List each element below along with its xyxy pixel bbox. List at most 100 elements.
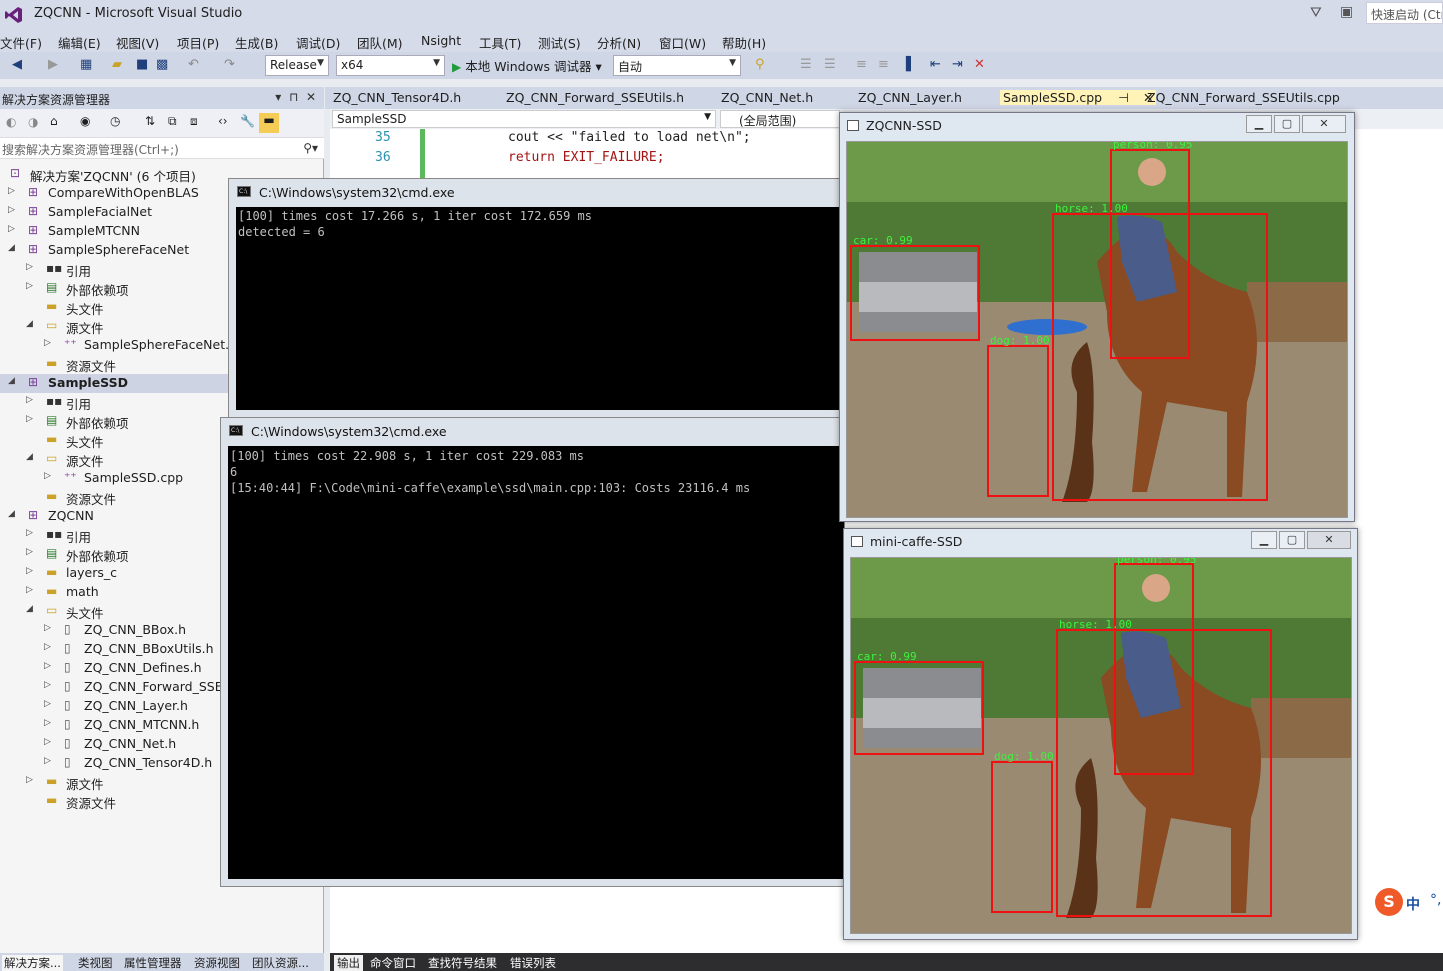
expand-icon[interactable]: ▷	[26, 585, 33, 595]
menu-tools[interactable]: 工具(T)	[479, 33, 521, 52]
collapse-icon[interactable]: ◢	[26, 452, 33, 462]
platform-select[interactable]: x64 ▼	[336, 55, 445, 76]
menu-analyze[interactable]: 分析(N)	[597, 33, 641, 52]
uncomment-icon[interactable]: ☰	[824, 57, 836, 72]
collapse-icon[interactable]: ◢	[26, 604, 33, 614]
pending-changes-icon[interactable]: ◷	[110, 114, 120, 128]
tab-output[interactable]: 输出	[334, 955, 363, 971]
minimize-button[interactable]: ▁	[1246, 115, 1272, 133]
tab-property-manager[interactable]: 属性管理器	[124, 955, 182, 971]
expand-icon[interactable]: ▷	[26, 281, 33, 291]
tab-samplessd[interactable]: SampleSSD.cpp ⊣ ✕	[1000, 90, 1157, 105]
next-bookmark-icon[interactable]: ⇥	[952, 57, 963, 72]
expand-icon[interactable]: ▷	[26, 262, 33, 272]
expand-icon[interactable]: ▷	[26, 566, 33, 576]
maximize-button[interactable]: ▢	[1279, 531, 1305, 549]
pane-controls[interactable]: ▾ ⊓ ✕	[275, 90, 316, 104]
tab-forward-sseutils-h[interactable]: ZQ_CNN_Forward_SSEUtils.h	[506, 90, 684, 105]
start-debugging-button[interactable]: ▶ 本地 Windows 调试器 ▾	[452, 56, 602, 75]
expand-icon[interactable]: ▷	[44, 471, 51, 481]
menu-debug[interactable]: 调试(D)	[296, 33, 340, 52]
console-output[interactable]: [100] times cost 22.908 s, 1 iter cost 2…	[228, 446, 844, 879]
find-icon[interactable]: ⚲	[755, 57, 765, 72]
menu-nsight[interactable]: Nsight	[421, 33, 461, 48]
show-all-files-icon[interactable]: ⧈	[190, 114, 198, 129]
open-file-icon[interactable]: ▰	[112, 57, 122, 72]
project-scope-select[interactable]: SampleSSD ▼	[332, 110, 716, 128]
quick-launch-input[interactable]: 快速启动 (Ctrl	[1366, 2, 1443, 24]
console-titlebar[interactable]: C:\ C:\Windows\system32\cmd.exe	[221, 418, 844, 446]
tab-find-symbol-results[interactable]: 查找符号结果	[428, 955, 497, 971]
menu-project[interactable]: 项目(P)	[177, 33, 219, 52]
menu-edit[interactable]: 编辑(E)	[58, 33, 101, 52]
collapse-icon[interactable]: ◢	[8, 243, 15, 253]
menu-window[interactable]: 窗口(W)	[659, 33, 706, 52]
forward-icon[interactable]: ◑	[28, 115, 38, 129]
expand-icon[interactable]: ▷	[44, 699, 51, 709]
forward-icon[interactable]: ▶	[48, 57, 58, 72]
preview-icon[interactable]: ▬	[259, 113, 279, 133]
solution-config-select[interactable]: 自动 ▼	[613, 55, 741, 76]
back-icon[interactable]: ◐	[6, 115, 16, 129]
tab-resource-view[interactable]: 资源视图	[194, 955, 240, 971]
menu-build[interactable]: 生成(B)	[235, 33, 278, 52]
tab-forward-sseutils-cpp[interactable]: ZQ_CNN_Forward_SSEUtils.cpp	[1147, 90, 1340, 105]
expand-icon[interactable]: ▷	[8, 186, 15, 196]
properties-icon[interactable]: 🔧	[240, 114, 255, 128]
console-output[interactable]: [100] times cost 17.266 s, 1 iter cost 1…	[236, 207, 842, 410]
expand-icon[interactable]: ▷	[44, 338, 51, 348]
minimize-button[interactable]: ▁	[1251, 531, 1277, 549]
prev-bookmark-icon[interactable]: ⇤	[930, 57, 941, 72]
menu-help[interactable]: 帮助(H)	[722, 33, 766, 52]
outdent-icon[interactable]: ≡	[878, 57, 889, 72]
scope-select[interactable]: (全局范围)	[720, 110, 840, 128]
expand-icon[interactable]: ▷	[44, 661, 51, 671]
tab-layer[interactable]: ZQ_CNN_Layer.h	[858, 90, 962, 105]
expand-icon[interactable]: ▷	[44, 737, 51, 747]
collapse-all-icon[interactable]: ⧉	[168, 114, 177, 129]
expand-icon[interactable]: ▷	[44, 680, 51, 690]
collapse-icon[interactable]: ◢	[26, 319, 33, 329]
tab-net[interactable]: ZQ_CNN_Net.h	[721, 90, 813, 105]
home-icon[interactable]: ⌂	[50, 114, 58, 128]
close-button[interactable]: ✕	[1307, 531, 1351, 549]
console-titlebar[interactable]: C:\ C:\Windows\system32\cmd.exe	[229, 179, 842, 207]
ime-punctuation-indicator[interactable]: °,	[1430, 892, 1441, 908]
tab-class-view[interactable]: 类视图	[78, 955, 113, 971]
expand-icon[interactable]: ▷	[44, 756, 51, 766]
clear-bookmarks-icon[interactable]: ✕	[974, 57, 985, 72]
view-code-icon[interactable]: ‹›	[218, 114, 228, 128]
expand-icon[interactable]: ▷	[8, 205, 15, 215]
sogou-ime-icon[interactable]: S	[1375, 888, 1403, 916]
menu-test[interactable]: 测试(S)	[538, 33, 581, 52]
expand-icon[interactable]: ▷	[26, 775, 33, 785]
save-all-icon[interactable]: ▩	[156, 57, 168, 72]
expand-icon[interactable]: ▷	[8, 224, 15, 234]
back-icon[interactable]: ◀	[12, 57, 22, 72]
tab-command-window[interactable]: 命令窗口	[370, 955, 416, 971]
feedback-icon[interactable]: ▣	[1340, 4, 1353, 20]
tab-error-list[interactable]: 错误列表	[510, 955, 556, 971]
expand-icon[interactable]: ▷	[26, 414, 33, 424]
pin-icon[interactable]: ⊣	[1118, 90, 1129, 105]
indent-icon[interactable]: ≡	[856, 57, 867, 72]
save-icon[interactable]: ■	[136, 57, 148, 72]
redo-icon[interactable]: ↷	[224, 57, 235, 72]
configuration-select[interactable]: Release ▼	[265, 55, 329, 76]
collapse-icon[interactable]: ◢	[8, 376, 15, 386]
menu-view[interactable]: 视图(V)	[116, 33, 159, 52]
tab-team-explorer[interactable]: 团队资源...	[252, 955, 309, 971]
expand-icon[interactable]: ▷	[44, 718, 51, 728]
search-icon[interactable]: ⚲▾	[303, 141, 318, 155]
new-project-icon[interactable]: ▦	[80, 57, 92, 72]
undo-icon[interactable]: ↶	[188, 57, 199, 72]
ime-language-indicator[interactable]: 中	[1406, 894, 1420, 914]
expand-icon[interactable]: ▷	[26, 395, 33, 405]
console-window-1[interactable]: C:\ C:\Windows\system32\cmd.exe [100] ti…	[228, 178, 843, 418]
bookmark-icon[interactable]: ▌	[906, 57, 916, 72]
expand-icon[interactable]: ▷	[44, 623, 51, 633]
comment-icon[interactable]: ☰	[800, 57, 812, 72]
collapse-icon[interactable]: ◢	[8, 509, 15, 519]
sync-icon[interactable]: ⇅	[145, 114, 155, 128]
menu-team[interactable]: 团队(M)	[357, 33, 403, 52]
